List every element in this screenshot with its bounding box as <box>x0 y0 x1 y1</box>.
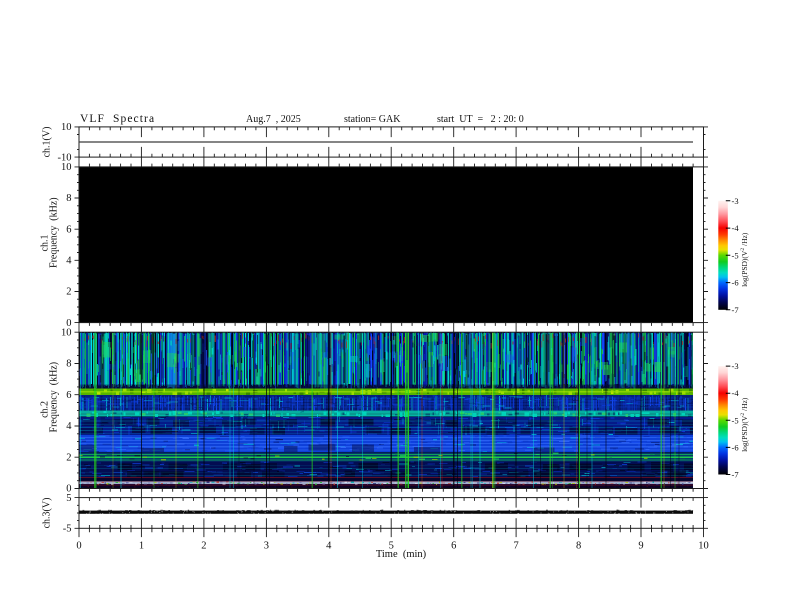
svg-text:6: 6 <box>66 390 71 401</box>
svg-text:8: 8 <box>66 193 71 204</box>
svg-text:8: 8 <box>576 541 581 552</box>
svg-text:4: 4 <box>66 256 72 267</box>
svg-text:-6: -6 <box>732 278 739 288</box>
svg-text:-6: -6 <box>732 442 739 452</box>
svg-text:ch.3(V): ch.3(V) <box>42 498 53 529</box>
svg-text:6: 6 <box>451 541 456 552</box>
svg-text:-5: -5 <box>732 250 739 260</box>
svg-text:10: 10 <box>61 162 72 173</box>
svg-text:10: 10 <box>698 541 709 552</box>
svg-text:log(PSD)(V2 /Hz): log(PSD)(V2 /Hz) <box>740 232 749 287</box>
svg-text:8: 8 <box>66 359 71 370</box>
svg-text:6: 6 <box>66 224 71 235</box>
svg-text:start UT = 2 : 20: 0: start UT = 2 : 20: 0 <box>437 114 524 125</box>
svg-text:7: 7 <box>514 541 519 552</box>
svg-text:-7: -7 <box>732 305 739 315</box>
svg-text:Frequency (kHz): Frequency (kHz) <box>49 197 60 268</box>
svg-text:log(PSD)(V2 /Hz): log(PSD)(V2 /Hz) <box>740 397 749 452</box>
svg-text:station= GAK: station= GAK <box>344 114 401 125</box>
svg-text:2: 2 <box>66 287 71 298</box>
svg-text:-3: -3 <box>732 196 739 206</box>
svg-text:Time (min): Time (min) <box>376 549 427 560</box>
svg-text:-5: -5 <box>63 524 72 535</box>
svg-text:-4: -4 <box>732 223 740 233</box>
svg-text:5: 5 <box>66 493 71 504</box>
svg-text:-4: -4 <box>732 388 740 398</box>
svg-text:10: 10 <box>61 122 72 133</box>
svg-text:4: 4 <box>66 421 72 432</box>
svg-text:-7: -7 <box>732 470 739 480</box>
svg-text:Frequency (kHz): Frequency (kHz) <box>49 362 60 433</box>
svg-text:ch.1(V): ch.1(V) <box>42 127 53 158</box>
svg-text:2: 2 <box>66 452 71 463</box>
svg-text:2: 2 <box>201 541 206 552</box>
svg-text:10: 10 <box>61 327 72 338</box>
svg-text:-3: -3 <box>732 361 739 371</box>
svg-text:-5: -5 <box>732 415 739 425</box>
svg-text:1: 1 <box>139 541 144 552</box>
svg-text:3: 3 <box>264 541 269 552</box>
svg-text:9: 9 <box>638 541 643 552</box>
svg-text:VLF Spectra: VLF Spectra <box>80 113 155 125</box>
svg-text:Aug.7 , 2025: Aug.7 , 2025 <box>246 114 301 125</box>
svg-text:4: 4 <box>326 541 332 552</box>
svg-text:0: 0 <box>76 541 81 552</box>
